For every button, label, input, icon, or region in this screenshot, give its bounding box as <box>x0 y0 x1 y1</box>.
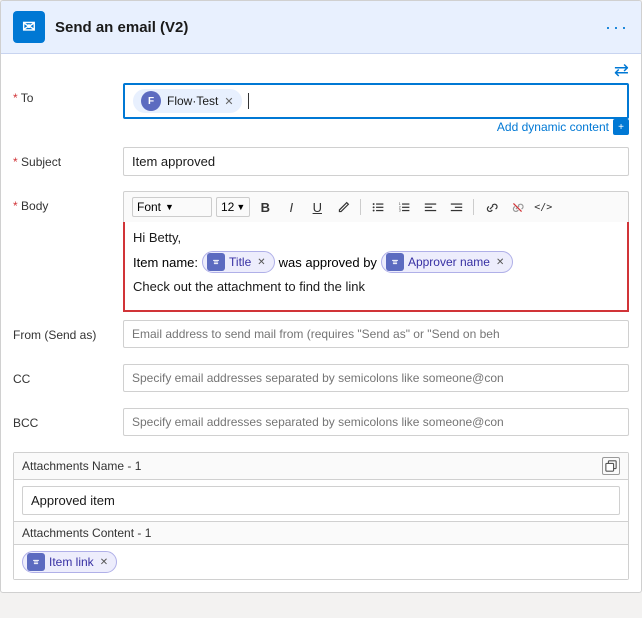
underline-button[interactable]: U <box>306 196 328 218</box>
to-chip-remove[interactable]: ✕ <box>224 95 233 108</box>
attachments-section: Attachments Name - 1 Attachments Content… <box>13 452 629 580</box>
attachments-name-header: Attachments Name - 1 <box>14 453 628 480</box>
to-chip-avatar: F <box>141 91 161 111</box>
toolbar-divider-2 <box>473 199 474 215</box>
unlink-button[interactable] <box>506 196 528 218</box>
body-check-line: Check out the attachment to find the lin… <box>133 279 619 294</box>
body-toolbar: Font ▼ 12 ▼ B I U <box>123 191 629 222</box>
body-approved-by: was approved by <box>279 255 377 270</box>
list-ul-button[interactable] <box>367 196 389 218</box>
to-label: * To <box>13 83 123 105</box>
list-ol-button[interactable]: 123 <box>393 196 415 218</box>
font-size-select[interactable]: 12 ▼ <box>216 197 250 217</box>
body-item-name-line: Item name: Title ✕ was approved <box>133 251 619 273</box>
dynamic-content-link-to: Add dynamic content + <box>123 119 629 135</box>
bcc-input[interactable] <box>123 408 629 436</box>
italic-button[interactable]: I <box>280 196 302 218</box>
title-token-label: Title <box>229 255 251 269</box>
subject-row: * Subject <box>13 147 629 183</box>
font-select[interactable]: Font ▼ <box>132 197 212 217</box>
svg-text:3: 3 <box>399 208 401 212</box>
attachments-content-header: Attachments Content - 1 <box>14 522 628 545</box>
header-left: ✉ Send an email (V2) <box>13 11 188 43</box>
add-dynamic-content-button[interactable]: Add dynamic content + <box>497 119 629 135</box>
app-icon: ✉ <box>13 11 45 43</box>
align-right-button[interactable] <box>445 196 467 218</box>
title-token: Title ✕ <box>202 251 275 273</box>
dynamic-content-label: Add dynamic content <box>497 120 609 134</box>
size-dropdown-icon: ▼ <box>236 202 245 212</box>
body-field: Font ▼ 12 ▼ B I U <box>123 191 629 312</box>
required-star-subject: * <box>13 155 18 169</box>
item-link-token-remove[interactable]: ✕ <box>100 557 108 568</box>
required-star-body: * <box>13 199 18 213</box>
body-row: * Body Font ▼ 12 ▼ B <box>13 191 629 312</box>
from-field <box>123 320 629 348</box>
subject-input[interactable] <box>123 147 629 176</box>
to-chip-label: Flow·Test <box>167 94 218 108</box>
toolbar-divider-1 <box>360 199 361 215</box>
swap-icon-row: ⇄ <box>1 54 641 83</box>
form-body: * To F Flow·Test ✕ Add dynamic <box>1 83 641 592</box>
approver-token-icon <box>386 253 404 271</box>
align-left-button[interactable] <box>419 196 441 218</box>
from-label: From (Send as) <box>13 320 123 342</box>
link-button[interactable] <box>480 196 502 218</box>
attachments-content-value-row: Item link ✕ <box>14 545 628 579</box>
title-token-remove[interactable]: ✕ <box>257 257 265 268</box>
bcc-label: BCC <box>13 408 123 430</box>
font-dropdown-icon: ▼ <box>165 202 174 212</box>
to-input-field[interactable]: F Flow·Test ✕ <box>123 83 629 119</box>
to-row: * To F Flow·Test ✕ Add dynamic <box>13 83 629 139</box>
more-options-button[interactable]: ··· <box>605 17 629 38</box>
subject-field <box>123 147 629 176</box>
cc-label: CC <box>13 364 123 386</box>
attachments-name-input[interactable] <box>22 486 620 515</box>
to-chip: F Flow·Test ✕ <box>133 89 242 113</box>
item-link-token-label: Item link <box>49 555 94 569</box>
copy-icon[interactable] <box>602 457 620 475</box>
cc-row: CC <box>13 364 629 400</box>
item-link-token-icon <box>27 553 45 571</box>
cc-field <box>123 364 629 392</box>
dynamic-content-icon: + <box>613 119 629 135</box>
cursor <box>248 93 249 109</box>
from-row: From (Send as) <box>13 320 629 356</box>
card-title: Send an email (V2) <box>55 19 188 36</box>
body-item-name-prefix: Item name: <box>133 255 198 270</box>
bold-button[interactable]: B <box>254 196 276 218</box>
attachments-content-label: Attachments Content - 1 <box>22 526 151 540</box>
to-field-wrapper: F Flow·Test ✕ Add dynamic content + <box>123 83 629 139</box>
body-greeting: Hi Betty, <box>133 230 619 245</box>
item-link-token: Item link ✕ <box>22 551 117 573</box>
cc-input[interactable] <box>123 364 629 392</box>
pen-button[interactable] <box>332 196 354 218</box>
attachments-name-value-row <box>14 480 628 522</box>
send-email-card: ✉ Send an email (V2) ··· ⇄ * To F Fl <box>0 0 642 593</box>
approver-token-label: Approver name <box>408 255 490 269</box>
bcc-row: BCC <box>13 408 629 444</box>
bcc-field <box>123 408 629 436</box>
title-token-icon <box>207 253 225 271</box>
approver-token-remove[interactable]: ✕ <box>496 257 504 268</box>
body-editor[interactable]: Hi Betty, Item name: Title ✕ <box>123 222 629 312</box>
attachments-name-label: Attachments Name - 1 <box>22 459 141 473</box>
swap-icon[interactable]: ⇄ <box>614 60 629 81</box>
approver-token: Approver name ✕ <box>381 251 513 273</box>
subject-label: * Subject <box>13 147 123 169</box>
body-label: * Body <box>13 191 123 213</box>
code-button[interactable]: </> <box>532 196 554 218</box>
from-input[interactable] <box>123 320 629 348</box>
required-star-to: * <box>13 91 18 105</box>
card-header: ✉ Send an email (V2) ··· <box>1 1 641 54</box>
